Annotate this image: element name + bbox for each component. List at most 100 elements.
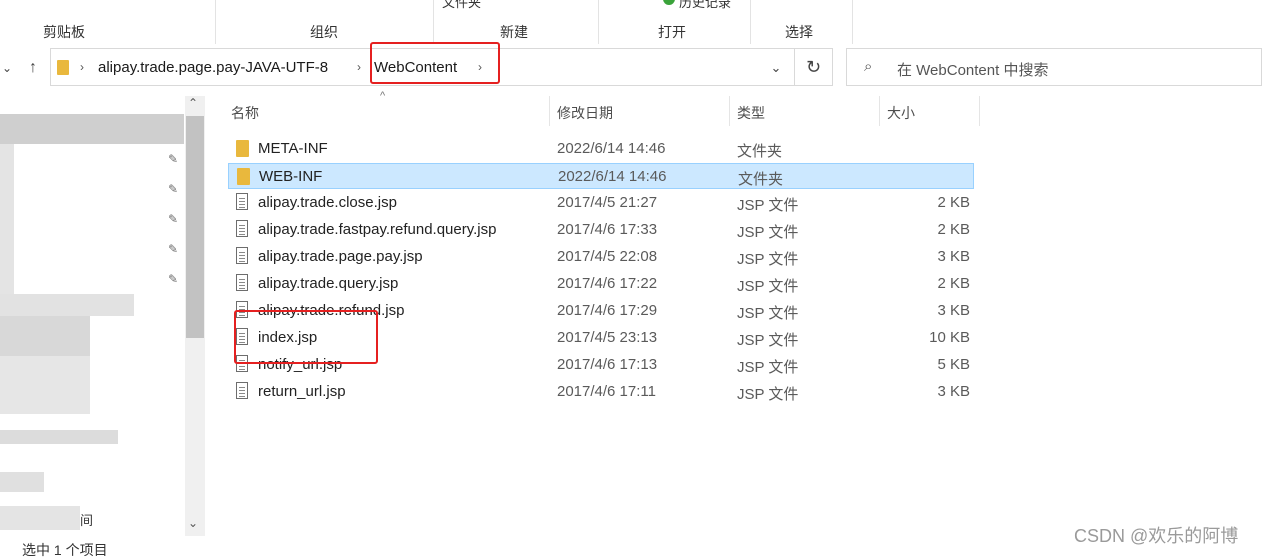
file-name: WEB-INF [259,168,323,185]
chevron-right-icon[interactable]: › [80,60,84,74]
file-date: 2017/4/5 23:13 [557,329,658,346]
dropdown-chevron-icon[interactable]: ⌄ [766,58,786,78]
scroll-thumb[interactable] [186,116,204,338]
file-type: JSP 文件 [737,224,799,241]
file-name: alipay.trade.page.pay.jsp [258,248,423,265]
file-icon [236,274,248,291]
sort-arrow-icon: ^ [380,90,386,102]
scroll-down-icon[interactable]: ⌄ [188,516,198,530]
ribbon-separator [215,0,216,44]
file-row[interactable]: META-INF 2022/6/14 14:46 文件夹 [228,136,974,162]
file-date: 2022/6/14 14:46 [557,140,666,157]
column-separator[interactable] [729,96,730,126]
file-size: 5 KB [937,356,970,373]
watermark: CSDN @欢乐的阿博 [1074,526,1239,546]
file-name: return_url.jsp [258,383,346,400]
column-separator[interactable] [979,96,980,126]
ribbon-group-clipboard: 剪贴板 [43,24,85,40]
file-row[interactable]: alipay.trade.query.jsp 2017/4/6 17:22 JSP … [228,271,974,297]
pin-icon[interactable]: ✎ [168,212,178,226]
column-header-name[interactable]: 名称 [231,103,259,123]
file-icon [236,193,248,210]
file-size: 10 KB [929,329,970,346]
file-type: JSP 文件 [737,251,799,268]
folder-icon [57,60,69,75]
file-type: 文件夹 [738,171,784,188]
file-type: JSP 文件 [737,278,799,295]
file-date: 2017/4/5 21:27 [557,194,658,211]
blurred-item [0,506,80,530]
file-date: 2017/4/6 17:33 [557,221,658,238]
file-name: META-INF [258,140,328,157]
column-header-date[interactable]: 修改日期 [557,103,613,123]
file-size: 2 KB [937,194,970,211]
ribbon [0,0,1262,45]
blurred-item [0,294,134,316]
blurred-item [0,144,14,294]
file-size: 3 KB [937,383,970,400]
ribbon-separator [852,0,853,44]
column-separator[interactable] [879,96,880,126]
ribbon-group-new: 新建 [500,24,528,40]
file-size: 3 KB [937,248,970,265]
blurred-item [0,114,184,144]
file-name: alipay.trade.fastpay.refund.query.jsp [258,221,497,238]
highlight-box-index [234,310,378,364]
file-size: 2 KB [937,275,970,292]
file-type: 文件夹 [737,143,783,160]
refresh-icon[interactable]: ↻ [795,48,833,86]
folder-icon [236,140,249,157]
pin-icon[interactable]: ✎ [168,242,178,256]
file-row[interactable]: return_url.jsp 2017/4/6 17:11 JSP 文件 3 KB [228,379,974,405]
history-button[interactable]: 历史记录 [679,0,731,11]
ribbon-group-select: 选择 [785,24,813,40]
new-folder-button[interactable]: 文件夹 [442,0,481,11]
file-type: JSP 文件 [737,386,799,403]
file-date: 2017/4/6 17:22 [557,275,658,292]
file-row[interactable]: alipay.trade.fastpay.refund.query.jsp 201… [228,217,974,243]
file-date: 2017/4/6 17:13 [557,356,658,373]
chevron-right-icon[interactable]: › [357,60,361,74]
ribbon-separator [750,0,751,44]
file-size: 3 KB [937,302,970,319]
sidebar-partial-label: 间 [80,513,94,528]
file-date: 2017/4/5 22:08 [557,248,658,265]
breadcrumb-item[interactable]: alipay.trade.page.pay-JAVA-UTF-8 [98,59,328,76]
pin-icon[interactable]: ✎ [168,182,178,196]
pin-icon[interactable]: ✎ [168,272,178,286]
chevron-down-icon[interactable]: ⌄ [0,58,14,78]
search-placeholder: 在 WebContent 中搜索 [897,62,1049,79]
blurred-item [0,316,90,356]
file-row[interactable]: alipay.trade.page.pay.jsp 2017/4/5 22:08 J… [228,244,974,270]
file-name: alipay.trade.close.jsp [258,194,397,211]
blurred-item [0,356,90,414]
file-icon [236,382,248,399]
highlight-box-webcontent [370,42,500,84]
blurred-item [0,472,44,492]
column-separator[interactable] [549,96,550,126]
file-name: alipay.trade.query.jsp [258,275,399,292]
file-size: 2 KB [937,221,970,238]
folder-icon [237,168,250,185]
file-type: JSP 文件 [737,359,799,376]
file-type: JSP 文件 [737,305,799,322]
blurred-item [0,430,118,444]
column-header-type[interactable]: 类型 [737,103,765,123]
column-header-size[interactable]: 大小 [887,103,915,123]
file-icon [236,247,248,264]
file-icon [236,220,248,237]
status-bar-text: 选中 1 个项目 [22,542,108,558]
up-arrow-icon[interactable]: ↑ [22,56,44,80]
pin-icon[interactable]: ✎ [168,152,178,166]
file-row[interactable]: WEB-INF 2022/6/14 14:46 文件夹 [228,163,974,189]
file-type: JSP 文件 [737,197,799,214]
file-row[interactable]: alipay.trade.close.jsp 2017/4/5 21:27 JSP … [228,190,974,216]
file-date: 2022/6/14 14:46 [558,168,667,185]
scroll-up-icon[interactable]: ⌃ [188,96,198,110]
ribbon-separator [433,0,434,44]
file-type: JSP 文件 [737,332,799,349]
ribbon-group-organize: 组织 [310,24,338,40]
search-icon: ⌕ [864,58,873,75]
file-date: 2017/4/6 17:11 [557,383,656,400]
ribbon-separator [598,0,599,44]
